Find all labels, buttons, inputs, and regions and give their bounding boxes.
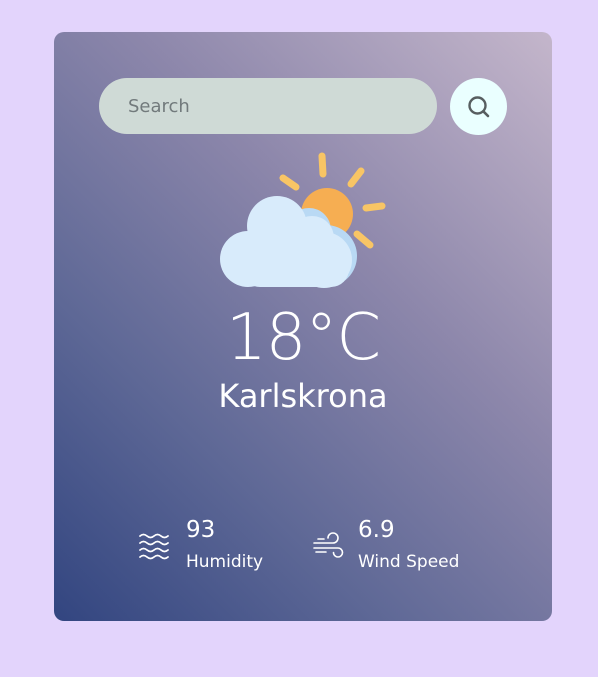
search-bar — [99, 78, 437, 134]
search-button[interactable] — [450, 78, 507, 135]
humidity-waves-icon — [139, 533, 169, 560]
wind-label: Wind Speed — [358, 552, 460, 572]
humidity-value: 93 — [186, 517, 216, 543]
wind-icon — [313, 532, 344, 558]
temperature: 18°C — [225, 301, 381, 375]
search-icon — [467, 95, 489, 117]
humidity-label: Humidity — [186, 552, 264, 572]
wind-value: 6.9 — [358, 517, 395, 543]
city-name: Karlskrona — [218, 377, 388, 415]
weather-card: 18°C Karlskrona 93 Humidity 6.9 Wind Spe… — [54, 32, 552, 621]
search-input[interactable] — [99, 78, 437, 134]
partly-cloudy-icon — [220, 152, 386, 288]
